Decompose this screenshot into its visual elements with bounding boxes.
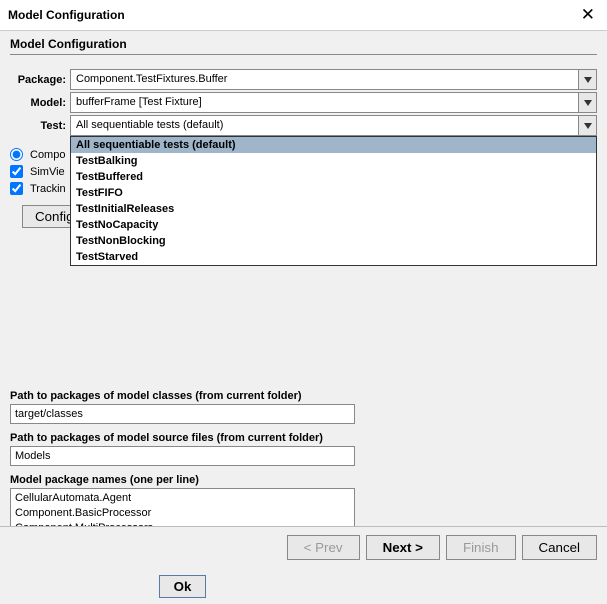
simview-label: SimVie — [30, 166, 65, 178]
packages-list-label: Model package names (one per line) — [10, 474, 597, 486]
test-combo[interactable]: All sequentiable tests (default) — [70, 115, 597, 136]
chevron-down-icon[interactable] — [578, 116, 596, 135]
test-value: All sequentiable tests (default) — [71, 116, 578, 135]
test-dropdown-list: All sequentiable tests (default) TestBal… — [70, 136, 597, 266]
content-area: Model Configuration Package: Component.T… — [0, 31, 607, 604]
dropdown-option[interactable]: TestFIFO — [71, 185, 596, 201]
title-bar: Model Configuration ✕ — [0, 0, 607, 31]
chevron-down-icon[interactable] — [578, 93, 596, 112]
dropdown-option[interactable]: TestBuffered — [71, 169, 596, 185]
package-value: Component.TestFixtures.Buffer — [71, 70, 578, 89]
test-label: Test: — [10, 120, 70, 132]
compo-radio[interactable] — [10, 148, 23, 161]
tracking-label: Trackin — [30, 183, 66, 195]
sources-path-label: Path to packages of model source files (… — [10, 432, 597, 444]
window-title: Model Configuration — [8, 8, 125, 22]
dropdown-option[interactable]: TestBalking — [71, 153, 596, 169]
sources-path-input[interactable] — [10, 446, 355, 466]
classes-path-label: Path to packages of model classes (from … — [10, 390, 597, 402]
prev-button[interactable]: < Prev — [287, 535, 360, 560]
model-row: Model: bufferFrame [Test Fixture] — [10, 92, 597, 113]
tracking-checkbox[interactable] — [10, 182, 23, 195]
simview-checkbox[interactable] — [10, 165, 23, 178]
model-value: bufferFrame [Test Fixture] — [71, 93, 578, 112]
section-title: Model Configuration — [10, 37, 597, 55]
close-icon[interactable]: ✕ — [577, 5, 599, 25]
nav-bar: < Prev Next > Finish Cancel — [0, 526, 607, 568]
test-row: Test: All sequentiable tests (default) A… — [10, 115, 597, 136]
dropdown-option[interactable]: TestNoCapacity — [71, 217, 596, 233]
cancel-button[interactable]: Cancel — [522, 535, 598, 560]
model-label: Model: — [10, 97, 70, 109]
dropdown-option[interactable]: TestStarved — [71, 249, 596, 265]
package-combo[interactable]: Component.TestFixtures.Buffer — [70, 69, 597, 90]
ok-row: Ok — [10, 575, 355, 598]
dropdown-option[interactable]: TestNonBlocking — [71, 233, 596, 249]
compo-label: Compo — [30, 149, 65, 161]
chevron-down-icon[interactable] — [578, 70, 596, 89]
package-row: Package: Component.TestFixtures.Buffer — [10, 69, 597, 90]
dropdown-option[interactable]: All sequentiable tests (default) — [71, 137, 596, 153]
package-label: Package: — [10, 74, 70, 86]
classes-path-input[interactable] — [10, 404, 355, 424]
ok-button[interactable]: Ok — [159, 575, 207, 598]
next-button[interactable]: Next > — [366, 535, 440, 560]
model-combo[interactable]: bufferFrame [Test Fixture] — [70, 92, 597, 113]
finish-button[interactable]: Finish — [446, 535, 516, 560]
dropdown-option[interactable]: TestInitialReleases — [71, 201, 596, 217]
